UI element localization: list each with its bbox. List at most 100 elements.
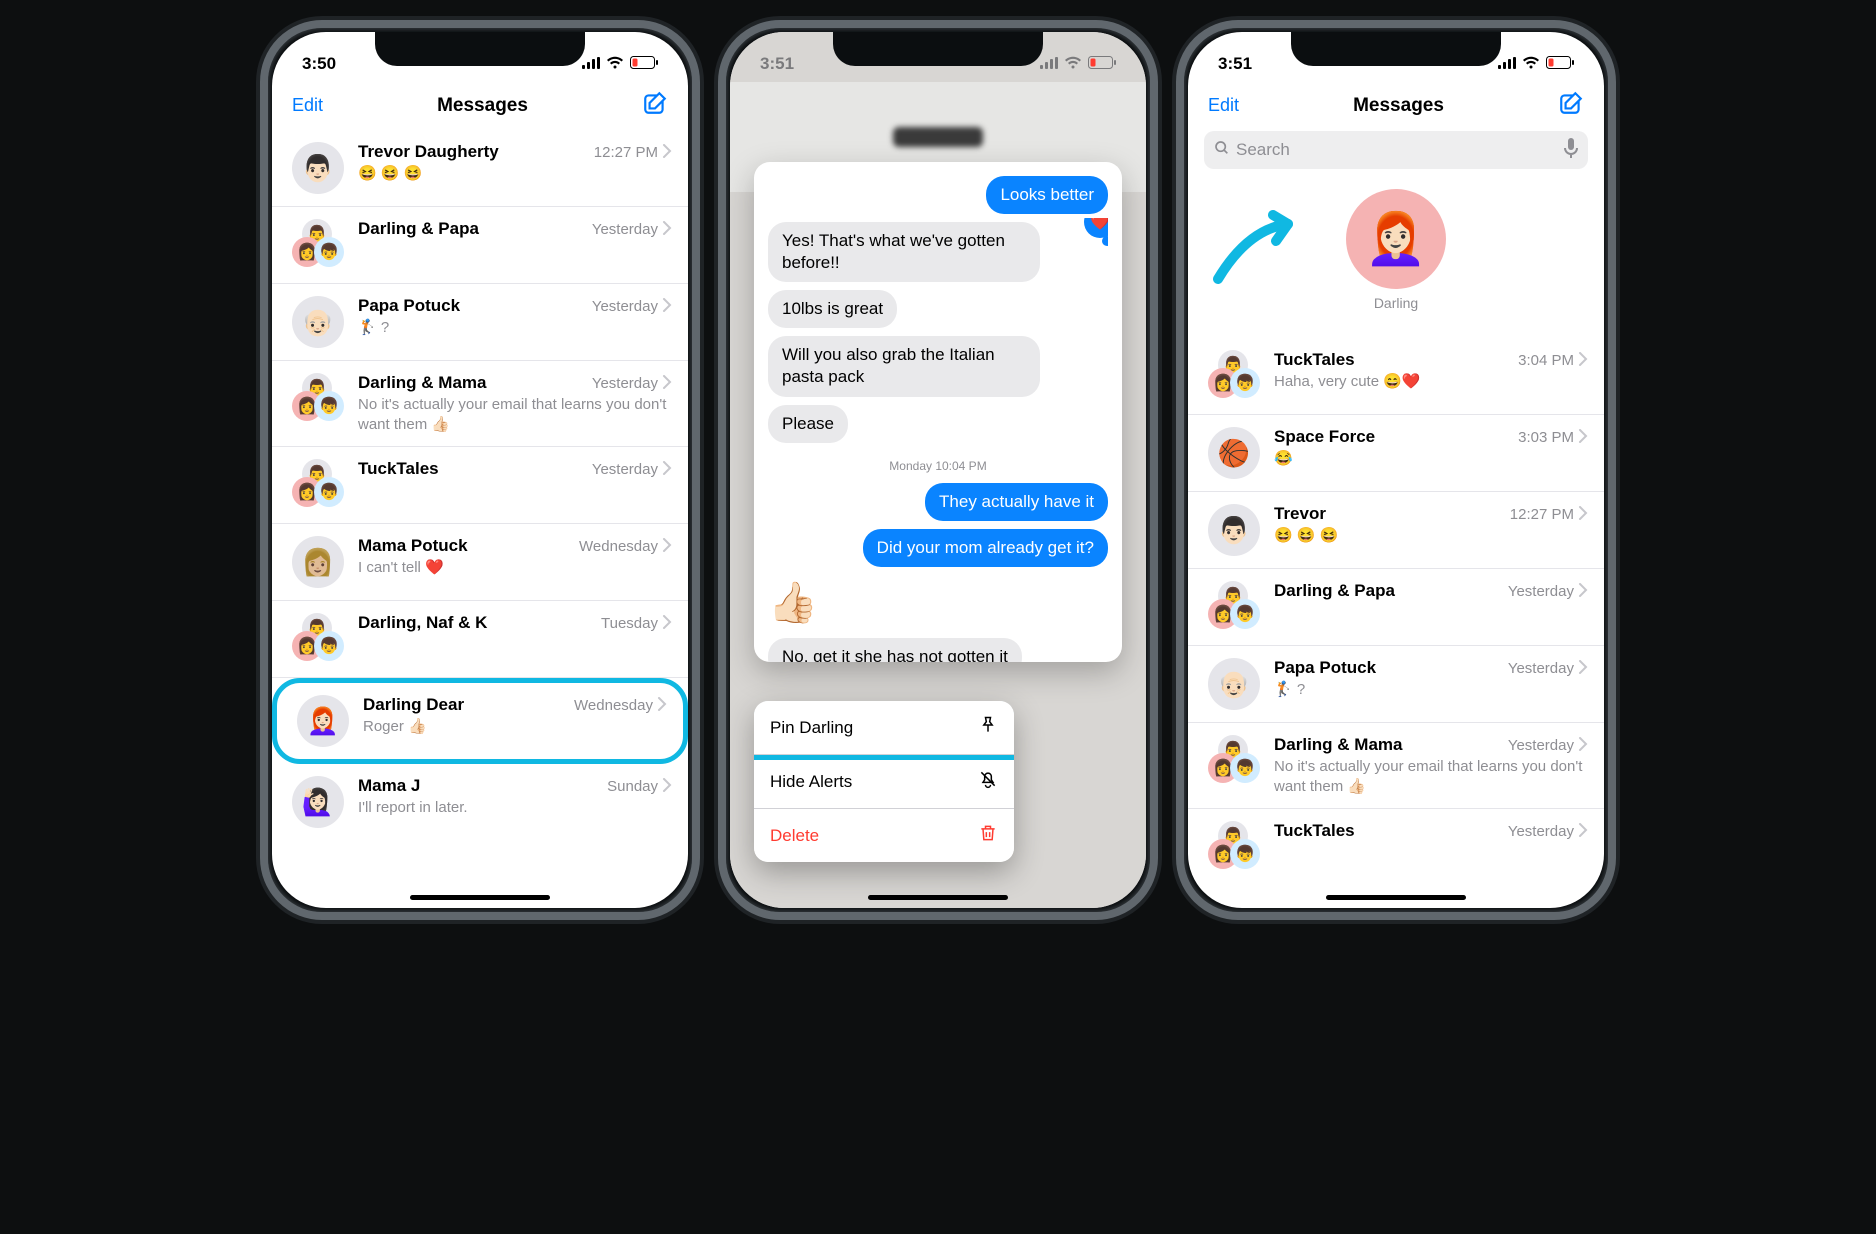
message-sent: Looks better bbox=[986, 176, 1108, 214]
conversation-row[interactable]: 👩🏼Mama PotuckWednesday I can't tell ❤️ bbox=[272, 524, 688, 601]
nav-bar: Edit Messages bbox=[272, 82, 688, 131]
avatar: 👨👩👦 bbox=[292, 613, 344, 665]
conversation-row[interactable]: 👨👩👦Darling & MamaYesterday No it's actua… bbox=[272, 361, 688, 447]
conversation-name: Darling Dear bbox=[363, 695, 464, 715]
compose-button[interactable] bbox=[642, 90, 668, 121]
chevron-right-icon bbox=[662, 615, 672, 633]
conversation-list[interactable]: 👨👩👦TuckTales3:04 PM Haha, very cute 😄❤️🏀… bbox=[1188, 338, 1604, 885]
pinned-conversation[interactable]: 👩🏻‍🦰 bbox=[1346, 189, 1446, 289]
conversation-time: Tuesday bbox=[601, 615, 672, 633]
conversation-row[interactable]: 👨👩👦 Darling, Naf & K Tuesday bbox=[272, 601, 688, 678]
notch bbox=[375, 32, 585, 66]
conversation-time: 12:27 PM bbox=[594, 144, 672, 162]
avatar: 👨👩👦 bbox=[292, 219, 344, 271]
notch bbox=[833, 32, 1043, 66]
conversation-name: Mama Potuck bbox=[358, 536, 468, 556]
avatar: 🙋🏻‍♀️ bbox=[292, 776, 344, 828]
conversation-row[interactable]: 👴🏻Papa PotuckYesterday 🏌️ ? bbox=[1188, 646, 1604, 723]
conversation-preview[interactable]: Looks better Yes! That's what we've gott… bbox=[754, 162, 1122, 662]
conversation-time: 3:04 PM bbox=[1518, 352, 1588, 370]
context-hide-alerts[interactable]: Hide Alerts bbox=[754, 755, 1014, 809]
conversation-name: Mama J bbox=[358, 776, 420, 796]
status-time: 3:51 bbox=[1218, 54, 1252, 74]
edit-button[interactable]: Edit bbox=[1208, 95, 1239, 116]
conversation-row[interactable]: 👩🏻‍🦰Darling DearWednesday Roger 👍🏻 bbox=[272, 678, 688, 764]
battery-low-icon bbox=[1088, 54, 1116, 74]
avatar: 🏀 bbox=[1208, 427, 1260, 479]
conversation-name: TuckTales bbox=[358, 459, 439, 479]
edit-button[interactable]: Edit bbox=[292, 95, 323, 116]
message-received: Please bbox=[768, 405, 848, 443]
conversation-row[interactable]: 🏀Space Force3:03 PM 😂 bbox=[1188, 415, 1604, 492]
search-input[interactable]: Search bbox=[1204, 131, 1588, 169]
conversation-preview: No it's actually your email that learns … bbox=[358, 395, 672, 434]
conversation-name: TuckTales bbox=[1274, 350, 1355, 370]
conversation-list[interactable]: 👨🏻Trevor Daugherty12:27 PM 😆 😆 😆👨👩👦Darli… bbox=[272, 130, 688, 840]
chevron-right-icon bbox=[1578, 823, 1588, 841]
wifi-icon bbox=[1064, 54, 1082, 74]
chevron-right-icon bbox=[1578, 506, 1588, 524]
wifi-icon bbox=[606, 54, 624, 74]
message-received: Yes! That's what we've gotten before!! bbox=[768, 222, 1040, 282]
conversation-name: Papa Potuck bbox=[358, 296, 460, 316]
conversation-time: Yesterday bbox=[592, 375, 672, 393]
message-sent: They actually have it bbox=[925, 483, 1108, 521]
conversation-name: Space Force bbox=[1274, 427, 1375, 447]
conversation-preview: I'll report in later. bbox=[358, 798, 672, 818]
context-pin-label: Pin Darling bbox=[770, 718, 853, 738]
conversation-row[interactable]: 👨🏻Trevor Daugherty12:27 PM 😆 😆 😆 bbox=[272, 130, 688, 207]
conversation-row[interactable]: 👨👩👦TuckTalesYesterday bbox=[1188, 809, 1604, 885]
chevron-right-icon bbox=[1578, 429, 1588, 447]
context-pin[interactable]: Pin Darling bbox=[754, 701, 1014, 755]
conversation-row[interactable]: 👨👩👦Darling & MamaYesterday No it's actua… bbox=[1188, 723, 1604, 809]
conversation-preview: 😆 😆 😆 bbox=[1274, 526, 1588, 546]
heart-tapback-icon: ❤️ bbox=[1084, 218, 1108, 238]
conversation-row[interactable]: 👨🏻Trevor12:27 PM 😆 😆 😆 bbox=[1188, 492, 1604, 569]
avatar: 👨👩👦 bbox=[1208, 821, 1260, 873]
avatar: 👩🏼 bbox=[292, 536, 344, 588]
conversation-time: Yesterday bbox=[592, 298, 672, 316]
mic-icon[interactable] bbox=[1564, 138, 1578, 163]
home-indicator[interactable] bbox=[1326, 895, 1466, 900]
message-sent: Did your mom already get it? bbox=[863, 529, 1108, 567]
battery-low-icon bbox=[1546, 54, 1574, 74]
compose-button[interactable] bbox=[1558, 90, 1584, 121]
conversation-name: TuckTales bbox=[1274, 821, 1355, 841]
avatar: 👨🏻 bbox=[1208, 504, 1260, 556]
conversation-row[interactable]: 🙋🏻‍♀️Mama JSunday I'll report in later. bbox=[272, 764, 688, 840]
chevron-right-icon bbox=[662, 375, 672, 393]
conversation-preview: 🏌️ ? bbox=[1274, 680, 1588, 700]
wifi-icon bbox=[1522, 54, 1540, 74]
home-indicator[interactable] bbox=[410, 895, 550, 900]
conversation-name: Darling & Mama bbox=[358, 373, 486, 393]
conversation-name: Darling & Papa bbox=[1274, 581, 1395, 601]
conversation-preview: 😆 😆 😆 bbox=[358, 164, 672, 184]
annotation-arrow-icon bbox=[1208, 209, 1308, 294]
avatar: 👴🏻 bbox=[292, 296, 344, 348]
conversation-row[interactable]: 👴🏻Papa PotuckYesterday 🏌️ ? bbox=[272, 284, 688, 361]
home-indicator[interactable] bbox=[868, 895, 1008, 900]
conversation-row[interactable]: 👨👩👦Darling & PapaYesterday bbox=[1188, 569, 1604, 646]
conversation-name: Darling, Naf & K bbox=[358, 613, 487, 633]
conversation-time: Yesterday bbox=[592, 221, 672, 239]
timestamp: Monday 10:04 PM bbox=[768, 447, 1108, 479]
conversation-name: Darling & Mama bbox=[1274, 735, 1402, 755]
pinned-area: 👩🏻‍🦰 Darling bbox=[1188, 179, 1604, 323]
conversation-time: Wednesday bbox=[574, 697, 667, 715]
conversation-row[interactable]: 👨👩👦TuckTalesYesterday bbox=[272, 447, 688, 524]
thumb-up-icon: 👍🏻 bbox=[768, 579, 818, 626]
context-menu: Pin Darling Hide Alerts Delete bbox=[754, 701, 1014, 862]
conversation-name: Darling & Papa bbox=[358, 219, 479, 239]
signal-icon bbox=[1498, 54, 1516, 74]
message-received: 10lbs is great bbox=[768, 290, 897, 328]
context-hide-label: Hide Alerts bbox=[770, 772, 852, 792]
status-time: 3:51 bbox=[760, 54, 794, 74]
conversation-row[interactable]: 👨👩👦 Darling & Papa Yesterday bbox=[272, 207, 688, 284]
conversation-time: Wednesday bbox=[579, 538, 672, 556]
context-delete[interactable]: Delete bbox=[754, 809, 1014, 862]
conversation-name: Papa Potuck bbox=[1274, 658, 1376, 678]
conversation-name: Trevor Daugherty bbox=[358, 142, 499, 162]
signal-icon bbox=[582, 54, 600, 74]
conversation-row[interactable]: 👨👩👦TuckTales3:04 PM Haha, very cute 😄❤️ bbox=[1188, 338, 1604, 415]
conversation-time: Yesterday bbox=[1508, 660, 1588, 678]
